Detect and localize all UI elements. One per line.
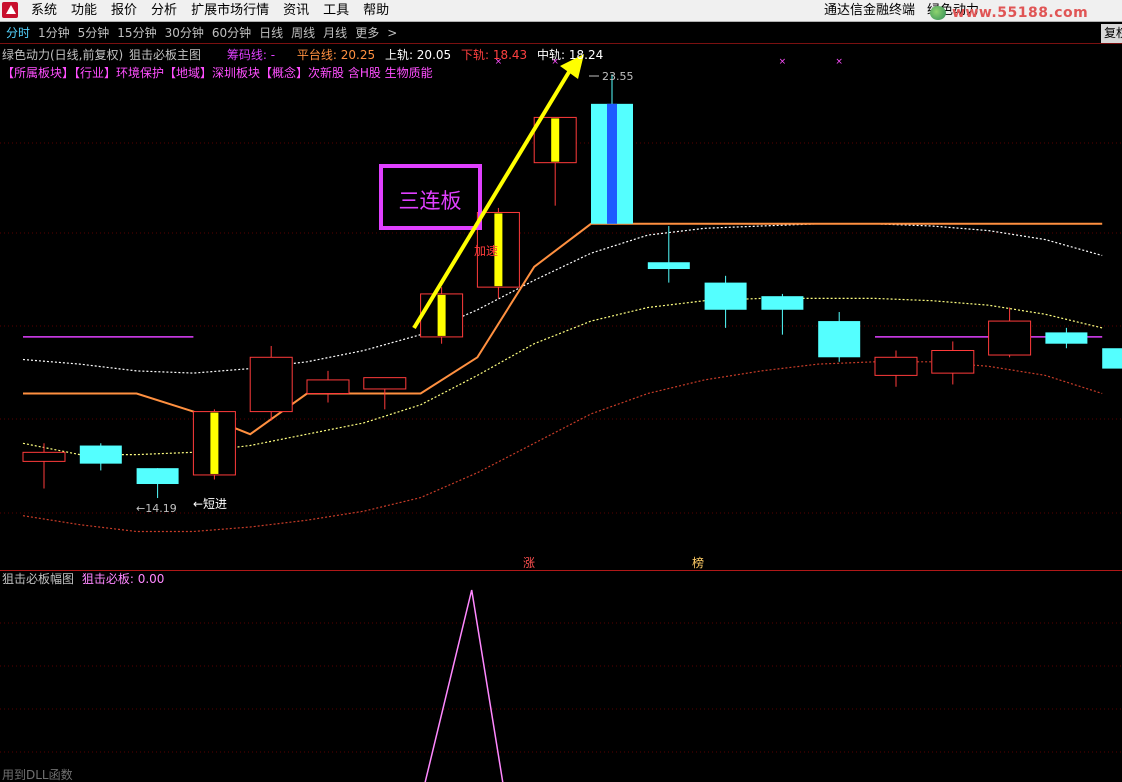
sub-indicator-name: 狙击必板幅图 — [2, 572, 75, 586]
accelerate-label: 加速 — [474, 244, 498, 258]
tab-5min[interactable]: 5分钟 — [74, 23, 114, 43]
candle-body — [136, 468, 179, 485]
candle-body — [306, 379, 350, 394]
candles-layer: × × × × — [22, 57, 1122, 499]
lower-rail-value: 下轨: 18.43 — [460, 48, 528, 62]
candle-body — [761, 296, 804, 310]
sub-indicator-chart[interactable] — [0, 571, 1122, 782]
app-title: 通达信金融终端 — [824, 3, 916, 18]
candle-body — [818, 321, 861, 358]
tab-monthly[interactable]: 月线 — [319, 23, 351, 43]
sub-indicator-legend: 狙击必板幅图 狙击必板: 0.00 — [2, 571, 164, 587]
candle-body — [79, 445, 122, 464]
menu-item-analysis[interactable]: 分析 — [144, 0, 184, 22]
lower-band-line — [22, 361, 1103, 533]
candle-body — [647, 262, 690, 270]
menu-item-tools[interactable]: 工具 — [316, 0, 356, 22]
menu-item-news[interactable]: 资讯 — [276, 0, 316, 22]
limit-up-marker — [437, 294, 446, 336]
tab-15min[interactable]: 15分钟 — [113, 23, 160, 43]
menu-item-extended-market[interactable]: 扩展市场行情 — [184, 0, 276, 22]
tab-60min[interactable]: 60分钟 — [208, 23, 255, 43]
tab-next-arrow[interactable]: > — [383, 23, 401, 43]
three-board-label: 三连板 — [399, 189, 462, 213]
main-indicator-legend: 绿色动力(日线,前复权) 狙击必板主图 筹码线: - 平台线: 20.25 上轨… — [2, 47, 609, 63]
formula-note: 用到DLL函数 — [2, 768, 73, 782]
sub-grid — [0, 622, 1122, 753]
tab-30min[interactable]: 30分钟 — [161, 23, 208, 43]
zhang-marker: 涨 — [523, 555, 535, 570]
chip-line-value: 筹码线: - — [226, 48, 276, 62]
watermark: www.55188.com — [930, 6, 1120, 20]
candle-body — [1102, 348, 1122, 369]
candle-body — [22, 451, 66, 462]
bang-marker: 榜 — [692, 555, 704, 570]
bands-layer — [22, 222, 1103, 533]
main-kline-chart[interactable]: × × × × 三连板加速←短进←14.1923.55涨榜 — [0, 45, 1122, 570]
tab-more[interactable]: 更多 — [351, 23, 383, 43]
candle-body — [988, 320, 1032, 356]
candle-body — [704, 282, 747, 310]
limit-up-marker — [551, 118, 560, 162]
fuquan-button[interactable]: 复权 — [1101, 24, 1122, 43]
watermark-logo-icon — [930, 6, 946, 20]
app-logo-icon — [2, 2, 18, 18]
middle-band-line — [22, 297, 1103, 456]
menu-item-function[interactable]: 功能 — [64, 0, 104, 22]
menu-item-system[interactable]: 系统 — [24, 0, 64, 22]
menu-bar: 系统 功能 报价 分析 扩展市场行情 资讯 工具 帮助 通达信金融终端 绿色动力… — [0, 0, 1122, 22]
candle-body — [363, 377, 407, 390]
main-menu: 系统 功能 报价 分析 扩展市场行情 资讯 工具 帮助 — [24, 0, 396, 22]
stock-title: 绿色动力(日线,前复权) — [2, 48, 124, 62]
sub-lines-layer — [424, 589, 504, 782]
middle-rail-value: 中轨: 18.24 — [537, 48, 604, 62]
sub-indicator-value: 狙击必板: 0.00 — [81, 572, 165, 586]
tab-daily[interactable]: 日线 — [255, 23, 287, 43]
candle-body — [1045, 332, 1088, 344]
period-tabs: 分时 1分钟 5分钟 15分钟 30分钟 60分钟 日线 周线 月线 更多 > — [2, 23, 401, 43]
indicator-name: 狙击必板主图 — [129, 48, 202, 62]
period-toolbar: 分时 1分钟 5分钟 15分钟 30分钟 60分钟 日线 周线 月线 更多 > … — [0, 23, 1122, 44]
candle-body — [874, 356, 918, 376]
menu-item-quote[interactable]: 报价 — [104, 0, 144, 22]
menu-item-help[interactable]: 帮助 — [356, 0, 396, 22]
platform-line-value: 平台线: 20.25 — [296, 48, 376, 62]
limit-up-marker — [210, 412, 219, 474]
low-price-label: ←14.19 — [136, 502, 177, 515]
upper-rail-value: 上轨: 20.05 — [384, 48, 452, 62]
tab-1min[interactable]: 1分钟 — [34, 23, 74, 43]
sector-info[interactable]: 【所属板块】【行业】环境保护【地域】深圳板块【概念】次新股 含H股 生物质能 — [2, 65, 433, 81]
tab-intraday[interactable]: 分时 — [2, 23, 34, 43]
high-price-label: 23.55 — [602, 70, 634, 83]
short-entry-label: ←短进 — [193, 497, 227, 511]
sniper-board-line — [424, 589, 504, 782]
limit-up-marker — [607, 103, 617, 224]
candle-body — [931, 349, 975, 374]
cross-marker: × — [779, 57, 787, 67]
candle-body — [249, 356, 293, 413]
main-grid — [0, 142, 1122, 514]
cross-marker: × — [835, 57, 843, 67]
tab-weekly[interactable]: 周线 — [287, 23, 319, 43]
platform-line — [23, 222, 1103, 436]
watermark-text: www.55188.com — [952, 5, 1089, 21]
